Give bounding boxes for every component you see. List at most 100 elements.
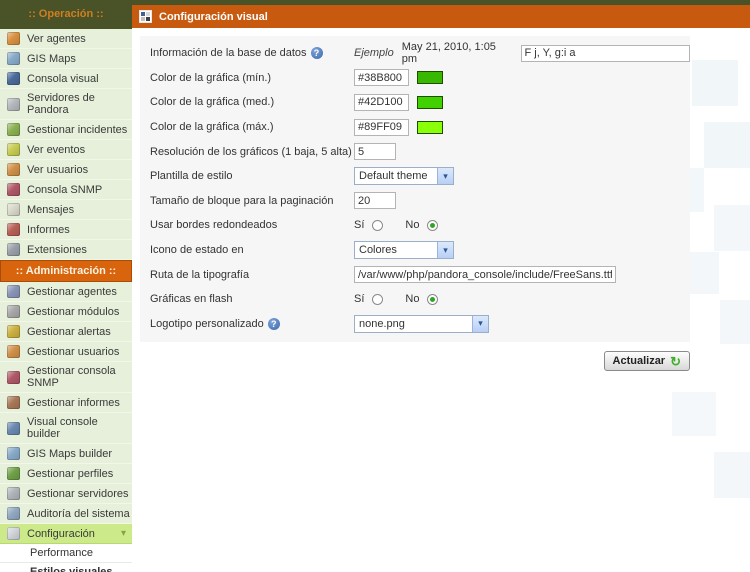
- deco-square: [692, 60, 738, 106]
- resolution-input[interactable]: [354, 143, 396, 160]
- pagination-block-input[interactable]: [354, 192, 396, 209]
- agents-icon: [7, 32, 20, 45]
- visual-console-icon: [7, 72, 20, 85]
- sidebar-item-gestionar-modulos[interactable]: Gestionar módulos: [0, 302, 132, 322]
- custom-logo-select[interactable]: none.png ▾: [354, 315, 489, 333]
- sidebar-item-consola-visual[interactable]: Consola visual: [0, 69, 132, 89]
- resolution-label: Resolución de los gráficos (1 baja, 5 al…: [150, 146, 352, 158]
- sidebar-item-gestionar-perfiles[interactable]: Gestionar perfiles: [0, 464, 132, 484]
- page-title: Configuración visual: [159, 11, 268, 23]
- form-row-flash-charts: Gráficas en flash Sí No: [140, 287, 690, 312]
- color-min-swatch[interactable]: [417, 71, 443, 84]
- visual-setup-icon: [139, 10, 152, 23]
- configuracion-submenu: Performance Estilos visuales: [0, 544, 132, 572]
- manage-snmp-icon: [7, 371, 20, 384]
- manage-reports-icon: [7, 396, 20, 409]
- form-row-pagination-block: Tamaño de bloque para la paginación: [140, 189, 690, 214]
- form-row-color-med: Color de la gráfica (med.): [140, 90, 690, 115]
- sidebar-item-gis-maps[interactable]: GIS Maps: [0, 49, 132, 69]
- pagination-block-label: Tamaño de bloque para la paginación: [150, 195, 333, 207]
- deco-square: [720, 300, 750, 344]
- reports-icon: [7, 223, 20, 236]
- sidebar-item-gestionar-consola-snmp[interactable]: Gestionar consola SNMP: [0, 362, 132, 393]
- sidebar-item-auditoria[interactable]: Auditoría del sistema: [0, 504, 132, 524]
- sidebar-item-gestionar-informes[interactable]: Gestionar informes: [0, 393, 132, 413]
- color-med-input[interactable]: [354, 94, 409, 111]
- sidebar-section-administration: :: Administración ::: [0, 260, 132, 282]
- form-row-db-info: Información de la base de datos Ejemplo …: [140, 41, 690, 66]
- users-icon: [7, 163, 20, 176]
- color-min-input[interactable]: [354, 69, 409, 86]
- deco-square: [672, 392, 716, 436]
- flash-charts-no-radio[interactable]: [427, 294, 438, 305]
- gis-maps-icon: [7, 52, 20, 65]
- sidebar-item-consola-snmp[interactable]: Consola SNMP: [0, 180, 132, 200]
- submenu-item-estilos-visuales[interactable]: Estilos visuales: [0, 563, 132, 572]
- messages-icon: [7, 203, 20, 216]
- visual-setup-form: Información de la base de datos Ejemplo …: [140, 36, 690, 342]
- date-format-input[interactable]: [521, 45, 690, 62]
- color-med-swatch[interactable]: [417, 96, 443, 109]
- deco-square: [704, 122, 750, 168]
- flash-charts-yes-radio[interactable]: [372, 294, 383, 305]
- sidebar-item-configuracion[interactable]: Configuración ▾: [0, 524, 132, 544]
- setup-icon: [7, 527, 20, 540]
- deco-square: [714, 452, 750, 498]
- events-icon: [7, 143, 20, 156]
- form-actions: Actualizar ↻: [140, 351, 690, 371]
- sidebar-item-mensajes[interactable]: Mensajes: [0, 200, 132, 220]
- submenu-item-performance[interactable]: Performance: [0, 544, 132, 563]
- rounded-borders-yes-radio[interactable]: [372, 220, 383, 231]
- select-arrow-icon: ▾: [437, 168, 453, 184]
- date-example: May 21, 2010, 1:05 pm: [402, 41, 513, 65]
- pandora-console-page: :: Operación :: Ver agentes GIS Maps Con…: [0, 0, 750, 572]
- color-max-swatch[interactable]: [417, 121, 443, 134]
- incidents-icon: [7, 123, 20, 136]
- form-row-color-max: Color de la gráfica (máx.): [140, 115, 690, 140]
- font-path-input[interactable]: [354, 266, 616, 283]
- rounded-borders-no-radio[interactable]: [427, 220, 438, 231]
- snmp-console-icon: [7, 183, 20, 196]
- operation-menu: Ver agentes GIS Maps Consola visual Serv…: [0, 29, 132, 260]
- sidebar-item-ver-agentes[interactable]: Ver agentes: [0, 29, 132, 49]
- form-row-font-path: Ruta de la tipografía: [140, 262, 690, 287]
- color-max-input[interactable]: [354, 119, 409, 136]
- help-icon[interactable]: [268, 318, 280, 330]
- update-button[interactable]: Actualizar ↻: [604, 351, 690, 371]
- sidebar-section-operation: :: Operación ::: [0, 0, 132, 29]
- sidebar-item-gis-maps-builder[interactable]: GIS Maps builder: [0, 444, 132, 464]
- flash-charts-label: Gráficas en flash: [150, 293, 233, 305]
- sidebar-item-gestionar-usuarios[interactable]: Gestionar usuarios: [0, 342, 132, 362]
- sidebar-item-gestionar-agentes[interactable]: Gestionar agentes: [0, 282, 132, 302]
- sidebar-item-gestionar-incidentes[interactable]: Gestionar incidentes: [0, 120, 132, 140]
- sidebar-item-informes[interactable]: Informes: [0, 220, 132, 240]
- manage-agents-icon: [7, 285, 20, 298]
- manage-alerts-icon: [7, 325, 20, 338]
- color-min-label: Color de la gráfica (mín.): [150, 72, 271, 84]
- sidebar-item-gestionar-servidores[interactable]: Gestionar servidores: [0, 484, 132, 504]
- administration-menu: Gestionar agentes Gestionar módulos Gest…: [0, 282, 132, 544]
- extensions-icon: [7, 243, 20, 256]
- form-row-rounded-borders: Usar bordes redondeados Sí No: [140, 213, 690, 238]
- sidebar-item-extensiones[interactable]: Extensiones: [0, 240, 132, 260]
- chevron-down-icon: ▾: [121, 528, 130, 539]
- status-icon-label: Icono de estado en: [150, 244, 244, 256]
- sidebar-item-ver-usuarios[interactable]: Ver usuarios: [0, 160, 132, 180]
- pandora-servers-icon: [7, 98, 20, 111]
- status-icon-select[interactable]: Colores ▾: [354, 241, 454, 259]
- color-med-label: Color de la gráfica (med.): [150, 96, 274, 108]
- sidebar-item-visual-console-builder[interactable]: Visual console builder: [0, 413, 132, 444]
- gis-builder-icon: [7, 447, 20, 460]
- example-prefix: Ejemplo: [354, 47, 394, 59]
- manage-users-icon: [7, 345, 20, 358]
- manage-profiles-icon: [7, 467, 20, 480]
- db-info-label: Información de la base de datos: [150, 47, 307, 59]
- sidebar-item-servidores-pandora[interactable]: Servidores de Pandora: [0, 89, 132, 120]
- sidebar: :: Operación :: Ver agentes GIS Maps Con…: [0, 0, 132, 572]
- style-template-select[interactable]: Default theme ▾: [354, 167, 454, 185]
- font-path-label: Ruta de la tipografía: [150, 269, 249, 281]
- sidebar-item-ver-eventos[interactable]: Ver eventos: [0, 140, 132, 160]
- audit-icon: [7, 507, 20, 520]
- sidebar-item-gestionar-alertas[interactable]: Gestionar alertas: [0, 322, 132, 342]
- help-icon[interactable]: [311, 47, 323, 59]
